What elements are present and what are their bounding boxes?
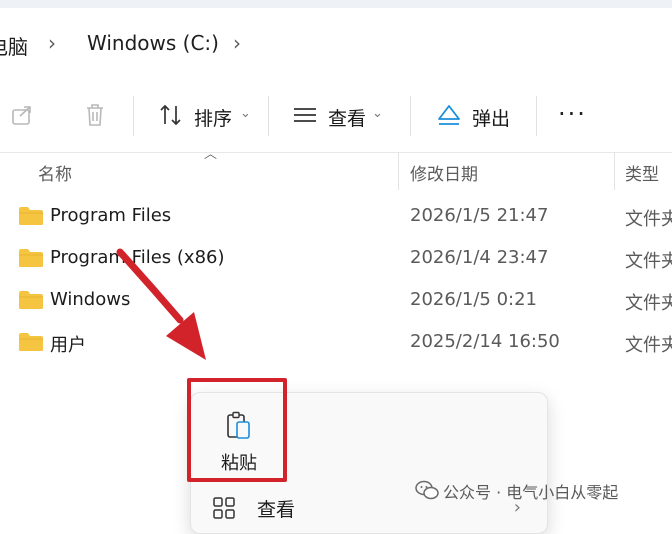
wechat-icon — [415, 480, 439, 500]
file-row[interactable]: Program Files (x86) 2026/1/4 23:47 文件夹 — [0, 239, 672, 281]
more-options-button[interactable]: ··· — [558, 100, 587, 128]
context-menu-item-label: 查看 — [257, 499, 296, 521]
eject-icon[interactable] — [436, 102, 462, 128]
file-row[interactable]: Windows 2026/1/5 0:21 文件夹 — [0, 281, 672, 323]
file-name: Program Files (x86) — [50, 247, 225, 268]
column-divider[interactable] — [614, 152, 615, 190]
chevron-down-icon[interactable]: ⌄ — [240, 106, 251, 121]
file-type: 文件夹 — [625, 209, 672, 230]
column-header-type[interactable]: 类型 — [625, 160, 659, 185]
watermark-text: 公众号 · 电气小白从零起 — [443, 483, 619, 502]
folder-icon — [19, 249, 43, 267]
highlight-box — [187, 378, 287, 482]
file-type: 文件夹 — [625, 335, 672, 356]
view-list-icon[interactable] — [292, 102, 318, 128]
file-type: 文件夹 — [625, 293, 672, 314]
file-name: Windows — [50, 289, 131, 310]
view-button[interactable]: 查看 — [328, 104, 366, 131]
folder-icon — [19, 333, 43, 351]
column-header-date[interactable]: 修改日期 — [410, 160, 478, 185]
column-header-row: 名称 修改日期 类型 — [0, 152, 672, 190]
breadcrumb-item-current[interactable]: Windows (C:) — [87, 31, 219, 55]
file-row[interactable]: Program Files 2026/1/5 21:47 文件夹 — [0, 197, 672, 239]
chevron-right-icon[interactable]: › — [233, 31, 241, 55]
sort-button[interactable]: 排序 — [194, 104, 232, 131]
file-date: 2026/1/4 23:47 — [410, 247, 549, 268]
breadcrumb-item-this-pc[interactable]: 电脑 — [0, 31, 28, 60]
file-date: 2026/1/5 0:21 — [410, 289, 537, 310]
command-toolbar: 排序 ⌄ 查看 ⌄ 弹出 ··· — [0, 80, 672, 153]
column-header-name[interactable]: 名称 — [38, 160, 72, 185]
folder-icon — [19, 207, 43, 225]
file-type: 文件夹 — [625, 251, 672, 272]
file-row[interactable]: 用户 2025/2/14 16:50 文件夹 — [0, 323, 672, 365]
eject-button[interactable]: 弹出 — [472, 104, 510, 131]
grid-view-icon — [213, 497, 235, 519]
toolbar-divider — [133, 96, 134, 136]
file-name: Program Files — [50, 205, 172, 226]
chevron-down-icon[interactable]: ⌄ — [372, 106, 383, 121]
address-bar[interactable]: 电脑 › Windows (C:) › — [0, 8, 672, 81]
window-top-strip — [0, 0, 672, 8]
file-name: 用户 — [50, 335, 86, 356]
file-date: 2025/2/14 16:50 — [410, 331, 560, 352]
chevron-right-icon[interactable]: › — [48, 31, 56, 55]
sort-icon[interactable] — [158, 102, 184, 128]
column-divider[interactable] — [398, 152, 399, 190]
toolbar-divider — [268, 96, 269, 136]
toolbar-divider — [536, 96, 537, 136]
share-icon[interactable] — [10, 102, 36, 128]
file-date: 2026/1/5 21:47 — [410, 205, 549, 226]
delete-icon[interactable] — [82, 102, 108, 128]
folder-icon — [19, 291, 43, 309]
toolbar-divider — [410, 96, 411, 136]
